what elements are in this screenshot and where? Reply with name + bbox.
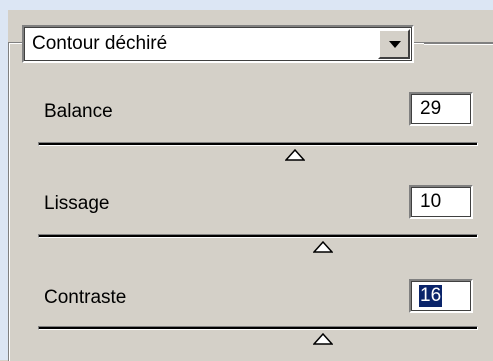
dropdown-selected-value: Contour déchiré <box>32 33 168 54</box>
lissage-value: 10 <box>420 191 442 212</box>
lissage-slider-thumb[interactable] <box>313 241 333 253</box>
balance-label: Balance <box>44 101 113 122</box>
balance-input[interactable]: 29 <box>409 92 473 126</box>
window-frame-left <box>0 0 8 360</box>
window-frame-top <box>0 0 493 10</box>
effect-type-dropdown[interactable]: Contour déchiré <box>22 25 414 63</box>
contraste-value: 16 <box>419 285 443 307</box>
triangle-up-icon <box>313 333 333 345</box>
contraste-slider-thumb[interactable] <box>313 333 333 345</box>
lissage-slider-track[interactable] <box>38 234 478 238</box>
balance-slider-thumb[interactable] <box>285 149 305 161</box>
triangle-up-icon <box>285 149 305 161</box>
chevron-down-icon <box>389 41 401 48</box>
triangle-up-icon <box>313 241 333 253</box>
lissage-input[interactable]: 10 <box>409 185 473 219</box>
contraste-slider-track[interactable] <box>38 326 478 330</box>
contraste-input[interactable]: 16 <box>409 279 473 313</box>
groupbox-top-line <box>424 43 493 44</box>
contraste-label: Contraste <box>44 287 127 308</box>
dropdown-toggle-button[interactable] <box>378 29 410 59</box>
lissage-label: Lissage <box>44 193 110 214</box>
balance-slider-track[interactable] <box>38 142 478 146</box>
balance-value: 29 <box>420 98 442 119</box>
